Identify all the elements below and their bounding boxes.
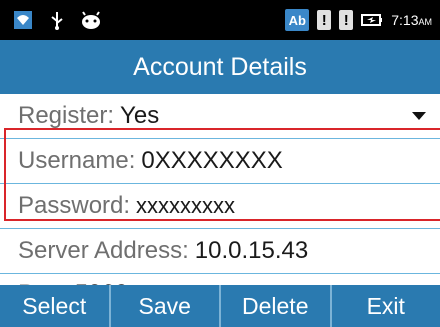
dropdown-arrow-icon[interactable] <box>412 112 426 120</box>
password-field[interactable]: Password: xxxxxxxxx <box>0 184 440 229</box>
alert-icon: ! <box>317 10 332 30</box>
password-label: Password: <box>18 192 131 219</box>
wifi-icon <box>12 9 34 31</box>
page-title: Account Details <box>0 40 440 94</box>
android-icon <box>80 9 102 31</box>
server-address-label: Server Address: <box>18 237 189 264</box>
alert-icon: ! <box>339 10 354 30</box>
register-field[interactable]: Register: Yes <box>0 94 440 139</box>
username-value: 0XXXXXXXX <box>141 147 283 174</box>
exit-button[interactable]: Exit <box>332 285 440 327</box>
ab-icon: Ab <box>285 9 310 31</box>
clock: 7:13AM <box>391 12 432 28</box>
register-label: Register: <box>18 102 115 129</box>
server-address-field[interactable]: Server Address: 10.0.15.43 <box>0 229 440 274</box>
username-field[interactable]: Username: 0XXXXXXXX <box>0 139 440 184</box>
delete-button[interactable]: Delete <box>221 285 332 327</box>
account-field-list: Register: Yes Username: 0XXXXXXXX Passwo… <box>0 94 440 304</box>
battery-icon <box>361 9 383 31</box>
server-address-value: 10.0.15.43 <box>194 237 309 264</box>
password-value: xxxxxxxxx <box>136 193 236 218</box>
register-value: Yes <box>120 102 160 129</box>
save-button[interactable]: Save <box>111 285 221 327</box>
username-label: Username: <box>18 147 136 174</box>
softkey-bar: Select Save Delete Exit <box>0 285 440 327</box>
status-bar: Ab ! ! 7:13AM <box>0 0 440 40</box>
usb-icon <box>46 9 68 31</box>
select-button[interactable]: Select <box>0 285 111 327</box>
